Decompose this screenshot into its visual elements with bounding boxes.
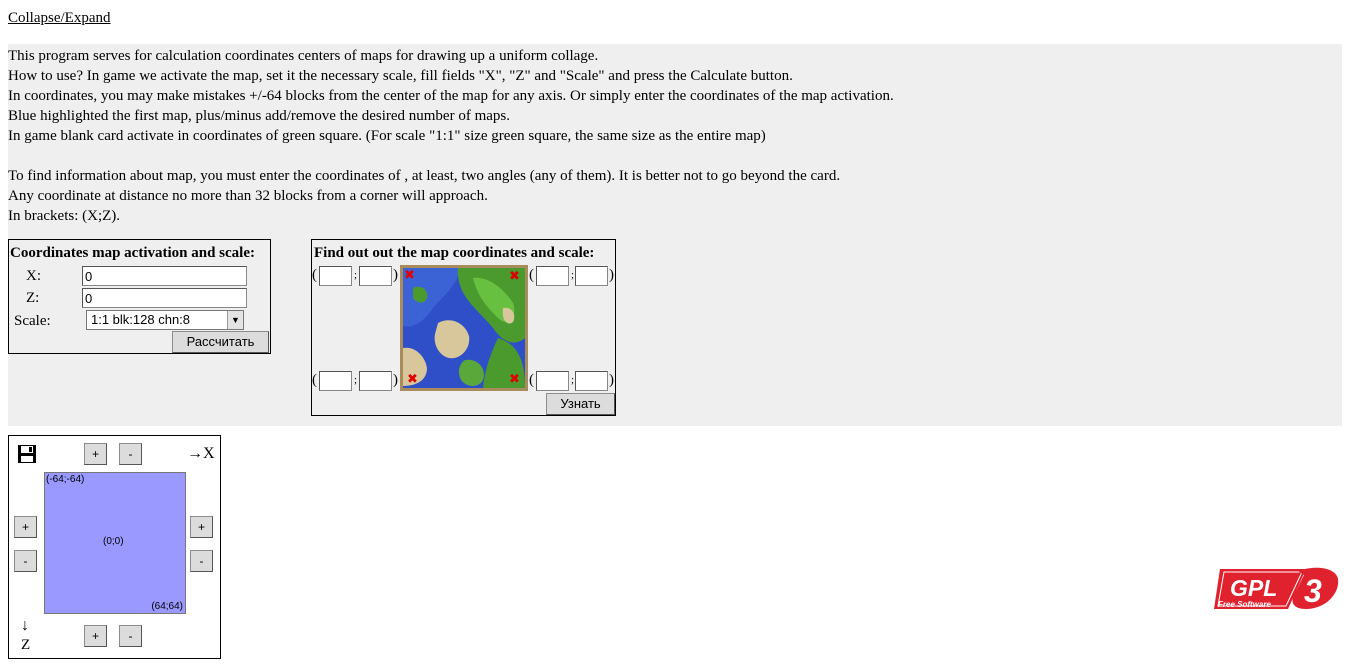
logo-main-text: GPL	[1230, 575, 1277, 601]
x-label: X:	[26, 268, 41, 284]
corner-marker-icon: ✖	[509, 372, 520, 387]
top-left-coordinate: (-64;-64)	[46, 474, 85, 485]
corner-marker-icon: ✖	[509, 269, 520, 284]
finder-box: Find out out the map coordinates and sca…	[311, 239, 616, 416]
scale-selected-value: 1:1 blk:128 chn:8	[91, 312, 191, 327]
scale-label: Scale:	[14, 313, 51, 329]
instruction-line	[8, 146, 894, 166]
map-terrain-drawing	[403, 268, 525, 388]
separator: ;	[354, 269, 358, 281]
center-coordinate: (0;0)	[103, 536, 124, 547]
collapse-expand-link[interactable]: Collapse/Expand	[8, 10, 110, 27]
close-paren: )	[393, 267, 398, 283]
logo-version-text: 3	[1304, 573, 1322, 609]
z-axis-label: Z	[21, 637, 31, 653]
close-paren: )	[393, 372, 398, 388]
map-collage-panel: + - →X (-64;-64) (0;0) (64;64) + - + - +…	[8, 435, 221, 659]
bottom-right-coordinate: (64;64)	[151, 601, 183, 612]
first-map-square[interactable]: (-64;-64) (0;0) (64;64)	[44, 472, 186, 614]
x-coordinate-input[interactable]	[82, 266, 247, 286]
separator: ;	[354, 374, 358, 386]
close-paren: )	[609, 267, 614, 283]
open-paren: (	[312, 372, 317, 388]
open-paren: (	[312, 267, 317, 283]
remove-row-bottom-button[interactable]: -	[119, 625, 142, 647]
open-paren: (	[529, 372, 534, 388]
z-coordinate-input[interactable]	[82, 288, 247, 308]
bottom-right-z-input[interactable]	[575, 371, 608, 391]
instruction-line: This program serves for calculation coor…	[8, 48, 599, 64]
activation-title: Coordinates map activation and scale:	[10, 245, 255, 261]
scale-select[interactable]: 1:1 blk:128 chn:8 ▼	[86, 310, 244, 330]
corner-marker-icon: ✖	[404, 268, 415, 283]
remove-column-left-button[interactable]: -	[14, 550, 37, 572]
bottom-left-z-input[interactable]	[359, 371, 392, 391]
add-row-top-button[interactable]: +	[84, 443, 107, 465]
top-right-z-input[interactable]	[575, 266, 608, 286]
open-paren: (	[529, 267, 534, 283]
remove-row-top-button[interactable]: -	[119, 443, 142, 465]
add-column-left-button[interactable]: +	[14, 516, 37, 538]
activation-box: Coordinates map activation and scale: X:…	[8, 239, 271, 354]
instruction-line: Any coordinate at distance no more than …	[8, 188, 488, 204]
add-column-right-button[interactable]: +	[190, 516, 213, 538]
finder-title: Find out out the map coordinates and sca…	[314, 245, 595, 261]
corner-marker-icon: ✖	[407, 372, 418, 387]
bottom-left-x-input[interactable]	[319, 371, 352, 391]
instruction-line: In game blank card activate in coordinat…	[8, 128, 766, 144]
instruction-line: In brackets: (X;Z).	[8, 208, 121, 224]
calculate-button[interactable]: Рассчитать	[172, 331, 269, 353]
instructions-text: This program serves for calculation coor…	[8, 46, 894, 226]
find-out-button[interactable]: Узнать	[546, 393, 615, 415]
separator: ;	[571, 269, 575, 281]
remove-column-right-button[interactable]: -	[190, 550, 213, 572]
z-axis-arrow-icon: ↓	[21, 617, 29, 634]
add-row-bottom-button[interactable]: +	[84, 625, 107, 647]
instruction-line: To find information about map, you must …	[8, 168, 841, 184]
z-label: Z:	[26, 290, 40, 306]
gpl-v3-logo[interactable]: GPL 3 Free Software	[1214, 565, 1341, 613]
instruction-line: Blue highlighted the first map, plus/min…	[8, 108, 510, 124]
save-icon[interactable]	[17, 444, 37, 469]
minecraft-map-image: ✖ ✖ ✖ ✖	[400, 265, 528, 391]
info-panel: This program serves for calculation coor…	[8, 44, 1342, 426]
bottom-right-x-input[interactable]	[536, 371, 569, 391]
top-right-x-input[interactable]	[536, 266, 569, 286]
chevron-down-icon[interactable]: ▼	[227, 311, 243, 329]
top-left-z-input[interactable]	[359, 266, 392, 286]
instruction-line: How to use? In game we activate the map,…	[8, 68, 793, 84]
close-paren: )	[609, 372, 614, 388]
logo-sub-text: Free Software	[1218, 600, 1271, 609]
instruction-line: In coordinates, you may make mistakes +/…	[8, 88, 894, 104]
separator: ;	[571, 374, 575, 386]
top-left-x-input[interactable]	[319, 266, 352, 286]
x-axis-label: →X	[187, 445, 215, 462]
